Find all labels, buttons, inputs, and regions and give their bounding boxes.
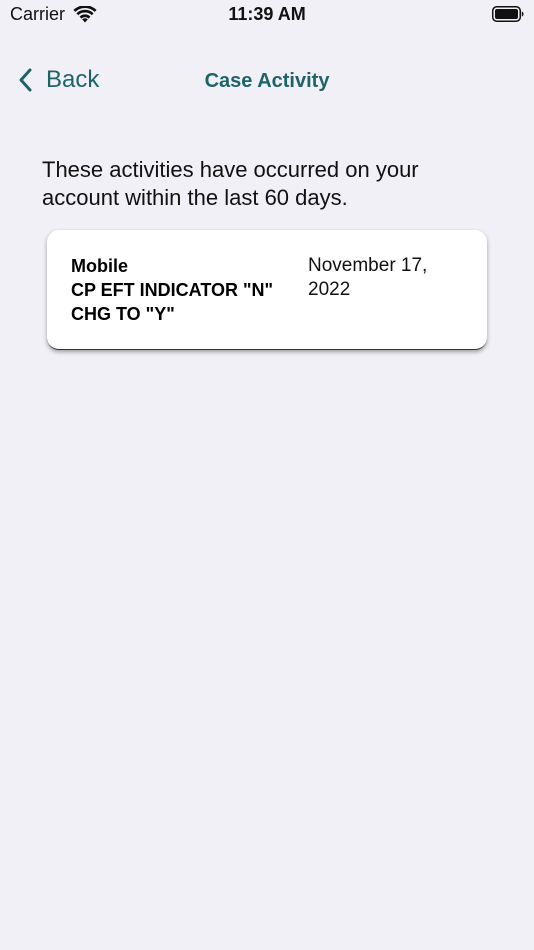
battery-icon — [492, 6, 524, 22]
status-bar: Carrier 11:39 AM — [0, 0, 534, 30]
intro-text: These activities have occurred on your a… — [42, 157, 419, 210]
navigation-bar: Back Case Activity — [0, 56, 534, 108]
status-time: 11:39 AM — [228, 4, 306, 24]
activity-date: November 17, 2022 — [308, 255, 428, 300]
page-title: Case Activity — [204, 70, 330, 92]
activity-card: Mobile CP EFT INDICATOR "N" CHG TO "Y" N… — [47, 230, 487, 350]
activity-description: Mobile CP EFT INDICATOR "N" CHG TO "Y" — [71, 256, 274, 324]
